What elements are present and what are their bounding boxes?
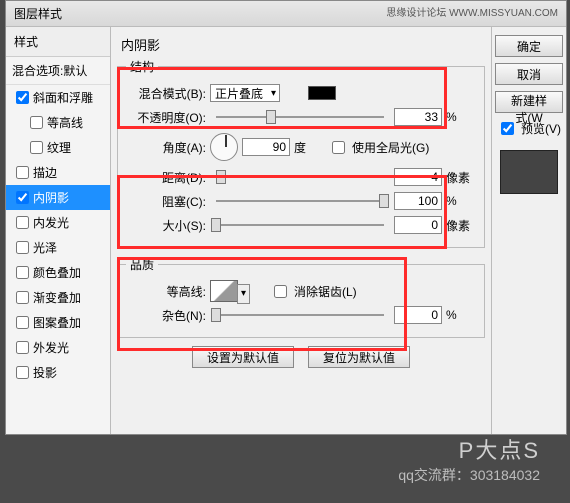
distance-input[interactable] [394, 168, 442, 186]
noise-label: 杂色(N): [126, 307, 206, 324]
style-label: 外发光 [33, 339, 69, 356]
antialias-label: 消除锯齿(L) [294, 283, 357, 300]
structure-legend: 结构 [126, 58, 158, 75]
style-item-3[interactable]: 描边 [6, 160, 110, 185]
blending-options-row[interactable]: 混合选项:默认 [6, 57, 110, 85]
style-checkbox[interactable] [16, 291, 29, 304]
noise-input[interactable] [394, 306, 442, 324]
style-label: 渐变叠加 [33, 289, 81, 306]
layer-style-dialog: 图层样式 思缘设计论坛 WWW.MISSYUAN.COM 样式 混合选项:默认 … [5, 0, 567, 435]
style-item-5[interactable]: 内发光 [6, 210, 110, 235]
style-checkbox[interactable] [16, 266, 29, 279]
preview-label: 预览(V) [521, 120, 561, 137]
shadow-color-swatch[interactable] [308, 86, 336, 100]
style-item-7[interactable]: 颜色叠加 [6, 260, 110, 285]
style-item-10[interactable]: 外发光 [6, 335, 110, 360]
choke-slider[interactable] [216, 193, 384, 209]
size-input[interactable] [394, 216, 442, 234]
style-checkbox[interactable] [16, 191, 29, 204]
preview-swatch [500, 150, 558, 194]
noise-slider[interactable] [216, 307, 384, 323]
contour-label: 等高线: [126, 283, 206, 300]
styles-sidebar: 样式 混合选项:默认 斜面和浮雕等高线纹理描边内阴影内发光光泽颜色叠加渐变叠加图… [6, 27, 111, 434]
opacity-label: 不透明度(O): [126, 109, 206, 126]
quality-legend: 品质 [126, 256, 158, 273]
noise-unit: % [446, 308, 476, 322]
style-checkbox[interactable] [30, 141, 43, 154]
distance-label: 距离(D): [126, 169, 206, 186]
style-label: 内阴影 [33, 189, 69, 206]
window-title: 图层样式 [14, 1, 62, 26]
style-checkbox[interactable] [16, 316, 29, 329]
watermark: P大点S qq交流群：303184032 [398, 433, 540, 485]
opacity-unit: % [446, 110, 476, 124]
opacity-input[interactable] [394, 108, 442, 126]
opacity-slider[interactable] [216, 109, 384, 125]
reset-default-button[interactable]: 复位为默认值 [308, 346, 410, 368]
blend-mode-label: 混合模式(B): [126, 85, 206, 102]
preview-checkbox[interactable] [501, 122, 514, 135]
panel-title: 内阴影 [117, 35, 485, 54]
antialias-checkbox[interactable] [274, 285, 287, 298]
style-label: 等高线 [47, 114, 83, 131]
sidebar-header: 样式 [6, 27, 110, 57]
style-checkbox[interactable] [16, 216, 29, 229]
style-checkbox[interactable] [16, 366, 29, 379]
size-label: 大小(S): [126, 217, 206, 234]
ok-button[interactable]: 确定 [495, 35, 563, 57]
distance-unit: 像素 [446, 169, 476, 186]
style-label: 内发光 [33, 214, 69, 231]
global-light-label: 使用全局光(G) [352, 139, 429, 156]
angle-unit: 度 [294, 139, 324, 156]
new-style-button[interactable]: 新建样式(W [495, 91, 563, 113]
size-unit: 像素 [446, 217, 476, 234]
style-checkbox[interactable] [16, 341, 29, 354]
angle-label: 角度(A): [126, 139, 206, 156]
style-item-6[interactable]: 光泽 [6, 235, 110, 260]
choke-unit: % [446, 194, 476, 208]
style-item-9[interactable]: 图案叠加 [6, 310, 110, 335]
distance-slider[interactable] [216, 169, 384, 185]
style-item-2[interactable]: 纹理 [6, 135, 110, 160]
style-item-8[interactable]: 渐变叠加 [6, 285, 110, 310]
blend-mode-combo[interactable]: 正片叠底 [210, 84, 280, 102]
style-item-1[interactable]: 等高线 [6, 110, 110, 135]
make-default-button[interactable]: 设置为默认值 [192, 346, 294, 368]
style-checkbox[interactable] [30, 116, 43, 129]
style-checkbox[interactable] [16, 241, 29, 254]
style-item-0[interactable]: 斜面和浮雕 [6, 85, 110, 110]
choke-input[interactable] [394, 192, 442, 210]
structure-group: 结构 混合模式(B): 正片叠底 不透明度(O): % 角度(A): [117, 58, 485, 248]
global-light-checkbox[interactable] [332, 141, 345, 154]
style-checkbox[interactable] [16, 91, 29, 104]
settings-panel: 内阴影 结构 混合模式(B): 正片叠底 不透明度(O): % 角度(A): [111, 27, 491, 434]
style-label: 光泽 [33, 239, 57, 256]
angle-input[interactable] [242, 138, 290, 156]
style-label: 投影 [33, 364, 57, 381]
style-label: 斜面和浮雕 [33, 89, 93, 106]
contour-picker[interactable] [210, 280, 238, 302]
cancel-button[interactable]: 取消 [495, 63, 563, 85]
style-label: 纹理 [47, 139, 71, 156]
quality-group: 品质 等高线: 消除锯齿(L) 杂色(N): % [117, 256, 485, 338]
angle-dial[interactable] [210, 133, 238, 161]
style-checkbox[interactable] [16, 166, 29, 179]
style-item-11[interactable]: 投影 [6, 360, 110, 385]
sponsor-text: 思缘设计论坛 WWW.MISSYUAN.COM [386, 1, 558, 26]
size-slider[interactable] [216, 217, 384, 233]
title-bar[interactable]: 图层样式 思缘设计论坛 WWW.MISSYUAN.COM [6, 1, 566, 27]
style-label: 颜色叠加 [33, 264, 81, 281]
right-buttons: 确定 取消 新建样式(W 预览(V) [491, 27, 566, 434]
style-label: 描边 [33, 164, 57, 181]
style-label: 图案叠加 [33, 314, 81, 331]
choke-label: 阻塞(C): [126, 193, 206, 210]
style-item-4[interactable]: 内阴影 [6, 185, 110, 210]
